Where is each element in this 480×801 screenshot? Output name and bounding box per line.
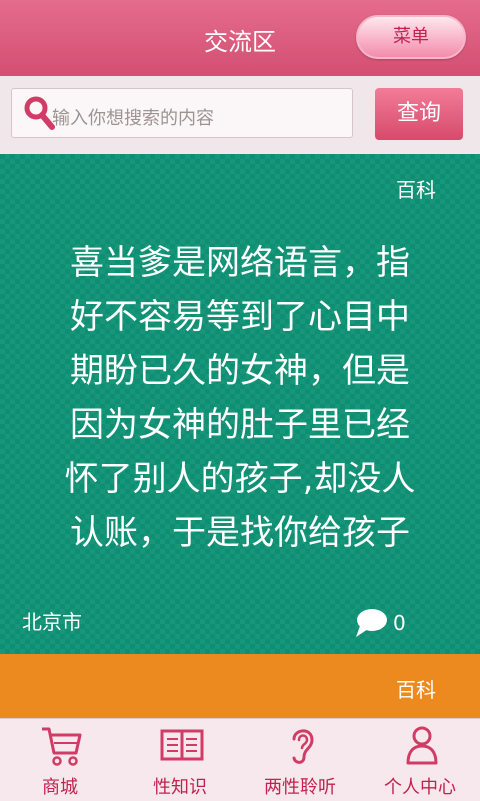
nav-item-knowledge[interactable]: 性知识: [120, 719, 240, 801]
speech-bubble-icon: [356, 609, 387, 637]
nav-item-listen[interactable]: 两性聆听: [240, 719, 360, 801]
top-header: 交流区 菜单: [0, 0, 480, 76]
nav-item-profile[interactable]: 个人中心: [360, 719, 480, 801]
post-location: 北京市: [22, 610, 82, 634]
post-card[interactable]: 百科 喜当爹是网络语言，指好不容易等到了心目中期盼已久的女神，但是因为女神的肚子…: [0, 154, 480, 654]
user-icon: [406, 726, 438, 765]
comment-count: 0: [393, 611, 406, 635]
nav-label: 商城: [42, 777, 78, 798]
post-category-tag: 百科: [396, 178, 436, 202]
book-icon: [160, 729, 204, 761]
nav-item-shop[interactable]: 商城: [0, 719, 120, 801]
shopping-cart-icon: [42, 727, 82, 766]
nav-label: 性知识: [153, 777, 207, 798]
nav-label: 个人中心: [384, 777, 456, 798]
search-input[interactable]: 输入你想搜索的内容: [52, 104, 348, 130]
comment-button[interactable]: 0: [354, 606, 426, 638]
bottom-nav: 商城 性知识 两性聆听 个人中心: [0, 718, 480, 801]
ear-icon: [292, 729, 314, 764]
post-category-tag: 百科: [396, 678, 436, 702]
nav-label: 两性聆听: [264, 777, 336, 798]
post-card[interactable]: 百科: [0, 654, 480, 718]
post-content: 喜当爹是网络语言，指好不容易等到了心目中期盼已久的女神，但是因为女神的肚子里已经…: [64, 243, 416, 553]
menu-button[interactable]: 菜单: [356, 15, 466, 59]
query-button[interactable]: 查询: [375, 88, 463, 140]
search-icon: [24, 96, 55, 130]
